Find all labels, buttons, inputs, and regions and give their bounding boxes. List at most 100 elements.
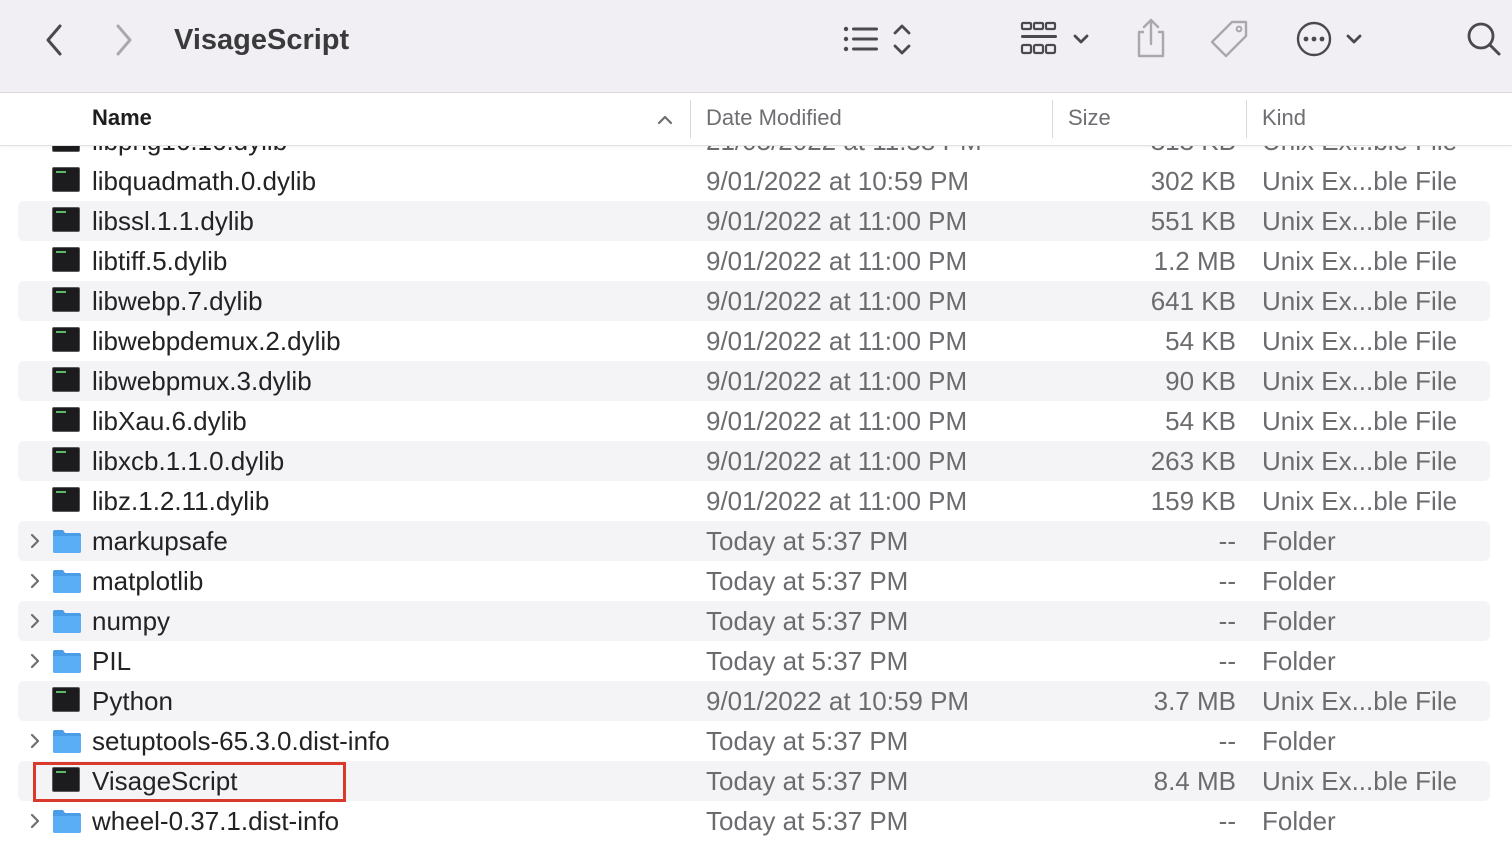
file-size: -- [1218, 526, 1236, 556]
file-kind: Unix Ex...ble File [1262, 286, 1458, 316]
view-mode-button[interactable] [838, 20, 920, 60]
file-size: -- [1218, 646, 1236, 676]
chevron-left-icon [46, 24, 62, 56]
file-size: 263 KB [1150, 446, 1236, 476]
sort-ascending-icon[interactable] [656, 109, 674, 129]
finder-window: VisageScript Name Date Modified Size Kin… [0, 0, 1512, 841]
list-item[interactable]: libXau.6.dylib 9/01/2022 at 11:00 PM 54 KB… [18, 401, 1490, 441]
file-size: 641 KB [1150, 286, 1236, 316]
list-item[interactable]: libwebpdemux.2.dylib 9/01/2022 at 11:00 P… [18, 321, 1490, 361]
file-name: PIL [92, 646, 132, 676]
file-size: 551 KB [1150, 206, 1236, 236]
executable-file-icon [52, 167, 80, 192]
toolbar: VisageScript [0, 0, 1512, 93]
file-name: wheel-0.37.1.dist-info [92, 806, 340, 836]
folder-icon [52, 648, 82, 679]
tag-button[interactable] [1206, 18, 1252, 60]
column-divider[interactable] [1052, 100, 1053, 138]
disclosure-triangle-icon[interactable] [28, 612, 42, 630]
file-date: 9/01/2022 at 11:00 PM [706, 446, 968, 476]
list-item[interactable]: libwebp.7.dylib 9/01/2022 at 11:00 PM 641 … [18, 281, 1490, 321]
file-kind: Folder [1262, 566, 1336, 596]
disclosure-triangle-icon[interactable] [28, 572, 42, 590]
folder-icon [52, 528, 82, 559]
share-button[interactable] [1132, 16, 1170, 60]
file-kind: Folder [1262, 526, 1336, 556]
file-date: Today at 5:37 PM [706, 726, 909, 756]
column-header: Name Date Modified Size Kind [0, 93, 1512, 146]
file-size: 54 KB [1165, 406, 1236, 436]
list-item[interactable]: libssl.1.1.dylib 9/01/2022 at 11:00 PM 551… [18, 201, 1490, 241]
file-name: matplotlib [92, 566, 204, 596]
executable-file-icon [52, 207, 80, 232]
file-size: 90 KB [1165, 366, 1236, 396]
list-item[interactable]: libxcb.1.1.0.dylib 9/01/2022 at 11:00 PM 2… [18, 441, 1490, 481]
column-size[interactable]: Size [1068, 93, 1111, 145]
disclosure-triangle-icon[interactable] [28, 732, 42, 750]
disclosure-triangle-icon[interactable] [28, 532, 42, 550]
file-list: libpng16.16.dylib 21/05/2022 at 11:58 PM… [0, 121, 1512, 841]
file-date: 9/01/2022 at 11:00 PM [706, 206, 968, 236]
list-item[interactable]: libtiff.5.dylib 9/01/2022 at 11:00 PM 1.2 … [18, 241, 1490, 281]
file-date: 9/01/2022 at 11:00 PM [706, 486, 968, 516]
file-kind: Unix Ex...ble File [1262, 446, 1458, 476]
file-kind: Unix Ex...ble File [1262, 326, 1458, 356]
column-kind[interactable]: Kind [1262, 93, 1306, 145]
folder-icon [52, 568, 82, 599]
file-name: libz.1.2.11.dylib [92, 486, 270, 516]
window-title: VisageScript [174, 24, 350, 56]
column-date-modified[interactable]: Date Modified [706, 93, 842, 145]
file-size: 54 KB [1165, 326, 1236, 356]
file-kind: Folder [1262, 806, 1336, 836]
disclosure-triangle-icon[interactable] [28, 652, 42, 670]
executable-file-icon [52, 247, 80, 272]
file-kind: Folder [1262, 606, 1336, 636]
group-button[interactable] [1018, 18, 1094, 60]
column-divider[interactable] [1246, 100, 1247, 138]
list-item[interactable]: libquadmath.0.dylib 9/01/2022 at 10:59 PM… [18, 161, 1490, 201]
executable-file-icon [52, 367, 80, 392]
file-size: 1.2 MB [1153, 246, 1236, 276]
file-date: 9/01/2022 at 11:00 PM [706, 406, 968, 436]
file-size: -- [1218, 566, 1236, 596]
more-actions-button[interactable] [1294, 18, 1366, 60]
file-date: 9/01/2022 at 11:00 PM [706, 326, 968, 356]
file-name: numpy [92, 606, 171, 636]
forward-button[interactable] [108, 20, 140, 60]
list-item[interactable]: PIL Today at 5:37 PM -- Folder [18, 641, 1490, 681]
column-divider[interactable] [690, 100, 691, 138]
file-size: -- [1218, 726, 1236, 756]
list-item[interactable]: libwebpmux.3.dylib 9/01/2022 at 11:00 PM 9… [18, 361, 1490, 401]
file-name: libtiff.5.dylib [92, 246, 228, 276]
file-name: setuptools-65.3.0.dist-info [92, 726, 390, 756]
ellipsis-circle-icon [1296, 21, 1362, 57]
file-date: Today at 5:37 PM [706, 526, 909, 556]
list-item[interactable]: markupsafe Today at 5:37 PM -- Folder [18, 521, 1490, 561]
search-button[interactable] [1464, 18, 1504, 60]
file-kind: Folder [1262, 726, 1336, 756]
list-item[interactable]: libz.1.2.11.dylib 9/01/2022 at 11:00 PM 15… [18, 481, 1490, 521]
list-item[interactable]: numpy Today at 5:37 PM -- Folder [18, 601, 1490, 641]
tag-icon [1210, 20, 1248, 58]
file-kind: Unix Ex...ble File [1262, 486, 1458, 516]
search-icon [1467, 22, 1501, 56]
file-kind: Unix Ex...ble File [1262, 686, 1458, 716]
file-kind: Unix Ex...ble File [1262, 366, 1458, 396]
list-item[interactable]: wheel-0.37.1.dist-info Today at 5:37 PM --… [18, 801, 1490, 841]
back-button[interactable] [38, 20, 70, 60]
file-size: -- [1218, 606, 1236, 636]
file-size: -- [1218, 806, 1236, 836]
disclosure-triangle-icon[interactable] [28, 812, 42, 830]
icon-grid-icon [1020, 21, 1089, 55]
file-name: Python [92, 686, 173, 716]
file-name: markupsafe [92, 526, 228, 556]
column-name[interactable]: Name [92, 93, 152, 145]
list-item[interactable]: matplotlib Today at 5:37 PM -- Folder [18, 561, 1490, 601]
list-item[interactable]: Python 9/01/2022 at 10:59 PM 3.7 MB Unix Ex… [18, 681, 1490, 721]
file-name: libXau.6.dylib [92, 406, 247, 436]
file-size: 302 KB [1150, 166, 1236, 196]
list-item[interactable]: setuptools-65.3.0.dist-info Today at 5:37… [18, 721, 1490, 761]
executable-file-icon [52, 287, 80, 312]
file-name: libwebpmux.3.dylib [92, 366, 312, 396]
file-name: libquadmath.0.dylib [92, 166, 317, 196]
